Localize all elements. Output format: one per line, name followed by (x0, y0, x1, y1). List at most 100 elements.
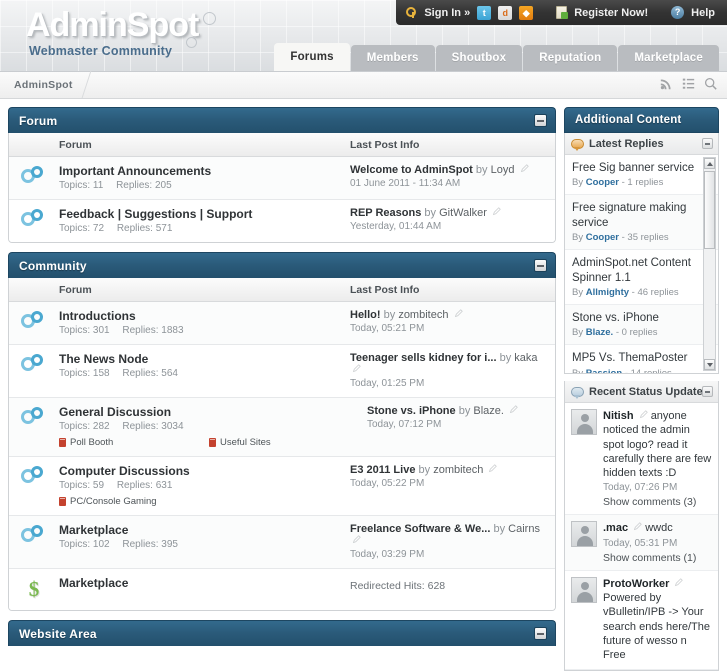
site-logo[interactable]: AdminSpot Webmaster Community (26, 8, 199, 58)
table-row[interactable]: Feedback | Suggestions | Support Topics:… (9, 200, 555, 242)
last-post-topic-link[interactable]: Teenager sells kidney for i... (350, 352, 497, 364)
tab-reputation[interactable]: Reputation (523, 45, 618, 71)
collapse-button[interactable] (534, 259, 547, 272)
rss-icon[interactable] (660, 77, 673, 90)
last-post-author-link[interactable]: Blaze. (473, 405, 504, 417)
last-post-by-label: by (475, 164, 488, 176)
avatar[interactable] (571, 576, 597, 603)
tab-marketplace[interactable]: Marketplace (618, 45, 719, 71)
last-post-author-link[interactable]: kaka (514, 352, 537, 364)
goto-last-post-icon[interactable] (509, 405, 518, 414)
reply-count: - 0 replies (615, 327, 658, 339)
last-post-topic-link[interactable]: Welcome to AdminSpot (350, 164, 473, 176)
collapse-button[interactable] (534, 114, 547, 127)
last-post-author-link[interactable]: zombitech (433, 464, 483, 476)
list-item[interactable]: .mac wwdc Today, 05:31 PM Show comments … (565, 515, 718, 571)
last-post-author-link[interactable]: Loyd (491, 164, 515, 176)
forum-name-link[interactable]: Marketplace (59, 523, 342, 537)
list-item[interactable]: AdminSpot.net Content Spinner 1.1 By All… (565, 250, 718, 305)
tab-members[interactable]: Members (350, 45, 435, 71)
reply-author-link[interactable]: Allmighty (586, 287, 629, 298)
tab-shoutbox[interactable]: Shoutbox (435, 45, 523, 71)
table-row[interactable]: Important Announcements Topics: 11 Repli… (9, 157, 555, 200)
show-comments-link[interactable]: Show comments (3) (603, 496, 712, 508)
forum-name-link[interactable]: The News Node (59, 352, 342, 366)
last-post-topic-link[interactable]: E3 2011 Live (350, 464, 415, 476)
help-link[interactable]: Help (691, 7, 715, 19)
table-row[interactable]: The News Node Topics: 158 Replies: 564 T… (9, 345, 555, 398)
subforum-link[interactable]: Poll Booth (59, 437, 209, 448)
collapse-button[interactable] (702, 386, 713, 397)
status-author-link[interactable]: ProtoWorker (603, 578, 669, 590)
collapse-button[interactable] (534, 627, 547, 640)
status-author-link[interactable]: .mac (603, 522, 628, 534)
goto-last-post-icon[interactable] (352, 535, 361, 544)
reply-author-link[interactable]: Blaze. (586, 327, 613, 338)
last-post-author-link[interactable]: Cairns (508, 523, 540, 535)
forum-name-link[interactable]: General Discussion (59, 405, 359, 419)
goto-last-post-icon[interactable] (454, 309, 463, 318)
twitter-login-icon[interactable]: t (477, 5, 492, 20)
reply-author-link[interactable]: Cooper (586, 232, 619, 243)
reply-author-link[interactable]: Passion (586, 368, 622, 373)
avatar[interactable] (571, 409, 597, 435)
subforum-link[interactable]: PC/Console Gaming (59, 496, 209, 507)
reply-title-link[interactable]: Free Sig banner service (572, 161, 700, 175)
table-row[interactable]: Computer Discussions Topics: 59 Replies:… (9, 457, 555, 516)
table-row[interactable]: $ Marketplace Redirected Hits: 628 (9, 569, 555, 610)
scrollbar[interactable] (703, 157, 716, 371)
list-icon[interactable] (682, 77, 695, 90)
status-edit-icon[interactable] (674, 578, 684, 587)
avatar[interactable] (571, 521, 597, 548)
last-post-topic-link[interactable]: REP Reasons (350, 207, 421, 219)
status-author-link[interactable]: Nitish (603, 410, 634, 422)
list-item[interactable]: Free Sig banner service By Cooper - 1 re… (565, 155, 718, 196)
sign-in-link[interactable]: Sign In » (424, 7, 470, 19)
reply-title-link[interactable]: Free signature making service (572, 201, 700, 230)
forum-icon-cell (9, 464, 59, 488)
scroll-down-button[interactable] (704, 359, 715, 370)
forum-name-link[interactable]: Important Announcements (59, 164, 342, 178)
microsoft-login-icon[interactable]: ◆ (519, 5, 534, 20)
scrollbar-thumb[interactable] (704, 171, 715, 249)
table-row[interactable]: General Discussion Topics: 282 Replies: … (9, 398, 555, 457)
list-item[interactable]: Free signature making service By Cooper … (565, 195, 718, 251)
last-post-author-link[interactable]: zombitech (398, 309, 448, 321)
status-edit-icon[interactable] (633, 522, 642, 531)
table-row[interactable]: Marketplace Topics: 102 Replies: 395 Fre… (9, 516, 555, 569)
last-post-author-link[interactable]: GitWalker (439, 207, 487, 219)
sidebar: Additional Content Latest Replies Free S… (564, 107, 719, 671)
forum-name-link[interactable]: Marketplace (59, 576, 342, 590)
goto-last-post-icon[interactable] (492, 207, 501, 216)
breadcrumb-item-adminspot[interactable]: AdminSpot (14, 79, 87, 91)
reply-count: - 46 replies (631, 286, 679, 298)
scroll-up-button[interactable] (704, 158, 715, 169)
reply-title-link[interactable]: MP5 Vs. ThemaPoster (572, 351, 700, 365)
show-comments-link[interactable]: Show comments (1) (603, 552, 712, 564)
list-item[interactable]: Nitish anyone noticed the admin spot log… (565, 403, 718, 516)
reply-title-link[interactable]: AdminSpot.net Content Spinner 1.1 (572, 256, 700, 285)
list-item[interactable]: Stone vs. iPhone By Blaze. - 0 replies (565, 304, 718, 346)
last-post-topic-link[interactable]: Freelance Software & We... (350, 523, 490, 535)
status-edit-icon[interactable] (639, 410, 648, 419)
last-post-topic-link[interactable]: Stone vs. iPhone (367, 405, 456, 417)
tab-forums[interactable]: Forums (274, 43, 350, 71)
last-post-cell: Welcome to AdminSpot by Loyd 01 June 201… (350, 164, 555, 189)
search-icon[interactable] (704, 77, 717, 90)
reply-author-link[interactable]: Cooper (586, 177, 619, 188)
facebook-login-icon[interactable]: d (498, 5, 513, 20)
table-row[interactable]: Introductions Topics: 301 Replies: 1883 … (9, 302, 555, 345)
goto-last-post-icon[interactable] (352, 364, 361, 373)
forum-name-link[interactable]: Computer Discussions (59, 464, 342, 478)
reply-title-link[interactable]: Stone vs. iPhone (572, 311, 700, 325)
forum-name-link[interactable]: Feedback | Suggestions | Support (59, 207, 342, 221)
subforum-link[interactable]: Useful Sites (209, 437, 359, 448)
list-item[interactable]: MP5 Vs. ThemaPoster By Passion - 14 repl… (565, 345, 718, 373)
goto-last-post-icon[interactable] (520, 164, 529, 173)
list-item[interactable]: ProtoWorker Powered by vBulletin/IPB -> … (565, 571, 718, 670)
last-post-topic-link[interactable]: Hello! (350, 309, 381, 321)
collapse-button[interactable] (702, 138, 713, 149)
goto-last-post-icon[interactable] (488, 464, 498, 473)
forum-name-link[interactable]: Introductions (59, 309, 342, 323)
register-now-link[interactable]: Register Now! (574, 7, 648, 19)
